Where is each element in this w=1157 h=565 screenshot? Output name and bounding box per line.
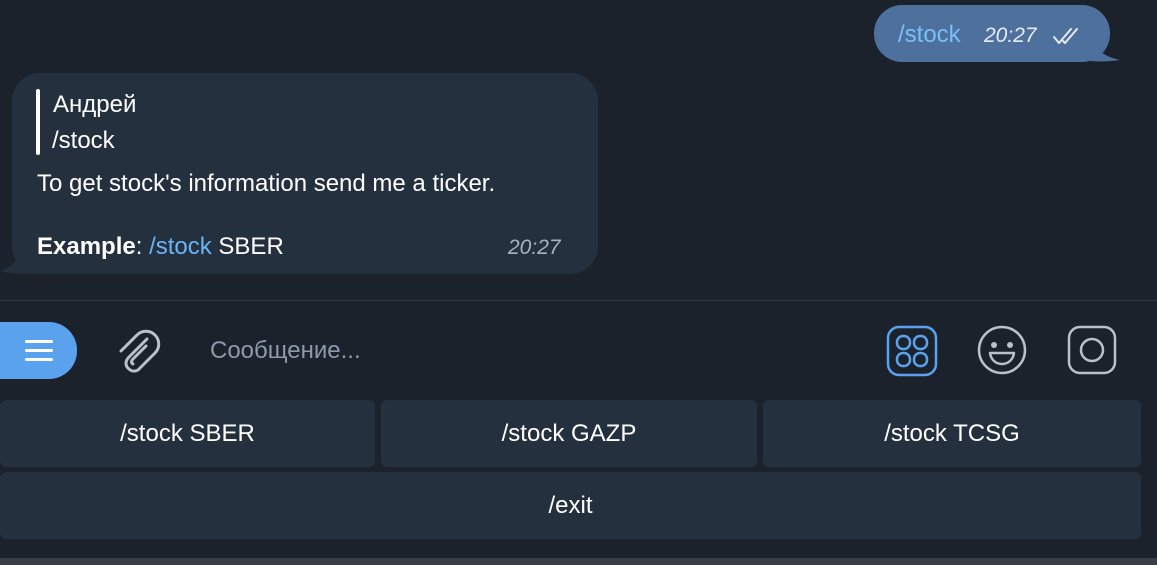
keyboard-button-stock-tcsg[interactable]: /stock TCSG [763,400,1141,467]
keyboard-button-exit[interactable]: /exit [0,472,1141,539]
window-bottom-edge [0,558,1157,565]
bot-keyboard-icon[interactable] [886,325,938,377]
outgoing-message-time: 20:27 [984,24,1037,47]
message-text-line: To get stock's information send me a tic… [37,170,496,197]
example-ticker: SBER [211,233,284,260]
reply-quote-bar [36,89,40,155]
bot-menu-button[interactable] [0,322,77,379]
paperclip-icon[interactable] [113,325,165,377]
keyboard-button-stock-sber[interactable]: /stock SBER [0,400,375,467]
composer-divider [0,300,1157,301]
message-input[interactable] [210,332,830,370]
double-check-icon [1053,28,1078,44]
camera-icon[interactable] [1066,324,1118,376]
outgoing-message-bubble[interactable]: /stock 20:27 [874,5,1110,62]
menu-icon [24,339,53,362]
incoming-message-time: 20:27 [508,236,561,259]
example-label: Example [37,233,136,260]
reply-author[interactable]: Андрей [53,90,136,120]
emoji-icon[interactable] [976,324,1028,376]
example-command-link[interactable]: /stock [149,233,212,260]
bot-reply-keyboard: /stock SBER /stock GAZP /stock TCSG /exi… [0,395,1157,565]
message-example-line: Example: /stock SBER [37,232,284,262]
incoming-message-bubble[interactable]: Андрей /stock To get stock's information… [12,73,598,274]
keyboard-button-stock-gazp[interactable]: /stock GAZP [381,400,757,467]
reply-quoted-text[interactable]: /stock [52,126,115,156]
example-colon: : [135,233,150,260]
outgoing-message-text[interactable]: /stock [898,21,961,49]
chat-history: /stock 20:27 Андрей /stock To get stock'… [0,0,1157,300]
